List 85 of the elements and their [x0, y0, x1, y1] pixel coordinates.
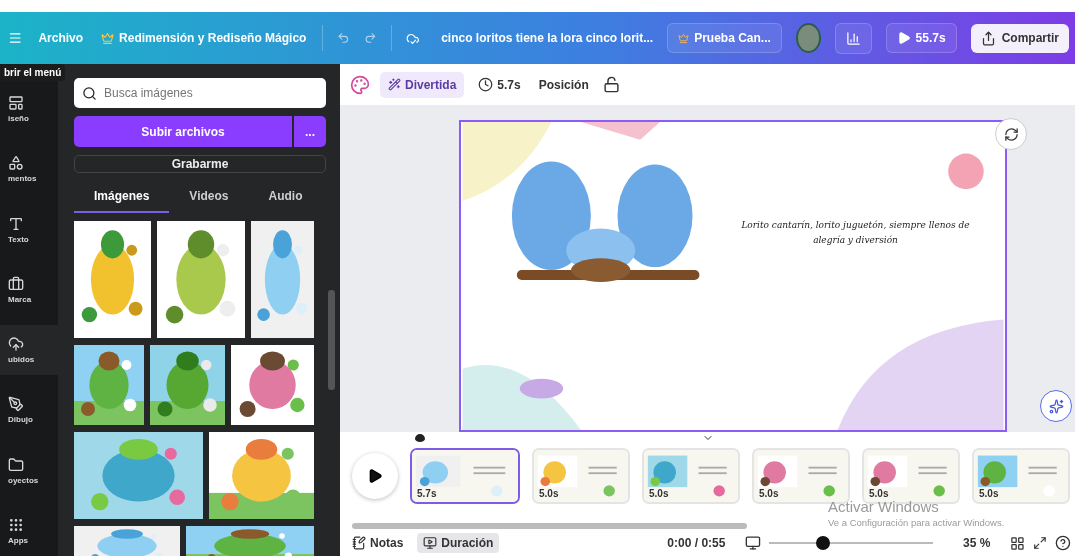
position-button[interactable]: Posición	[534, 73, 593, 96]
play-icon	[896, 31, 911, 45]
clock-icon	[478, 77, 494, 93]
scene-duration: 5.0s	[649, 488, 669, 500]
record-button[interactable]: Grabarme	[74, 155, 326, 173]
style-icon	[388, 78, 401, 92]
sidebar-label: iseño	[8, 114, 29, 124]
sidebar-item[interactable]: mentos	[0, 144, 58, 195]
sidebar-item[interactable]: Apps	[0, 505, 58, 556]
notes-icon	[352, 536, 366, 551]
magic-button[interactable]	[1040, 390, 1072, 423]
playhead-marker[interactable]	[415, 434, 425, 443]
undo-icon[interactable]	[337, 30, 350, 46]
scene-thumbnail[interactable]: 5.7s	[410, 448, 520, 505]
slider-thumb[interactable]	[816, 536, 831, 551]
sidebar-item[interactable]: iseño	[0, 84, 58, 135]
slide[interactable]: Lorito cantarín, lorito juguetón, siempre llenos de alegría y diversión	[458, 120, 1007, 433]
zoom-slider[interactable]	[769, 535, 933, 552]
sidebar-label: Marca	[8, 294, 32, 304]
upload-button[interactable]: Subir archivos	[74, 116, 292, 147]
duration-button[interactable]: 5.7s	[474, 73, 525, 97]
sidebar-item[interactable]: oyectos	[0, 445, 58, 496]
trial-button[interactable]: Prueba Can...	[667, 23, 782, 53]
tooltip: brir el menú	[0, 64, 66, 81]
search-icon	[82, 86, 97, 101]
sidebar-icon	[8, 456, 24, 473]
sidebar-label: Apps	[8, 535, 28, 545]
bar-chart-icon	[845, 30, 861, 46]
sparkle-icon	[1048, 398, 1064, 414]
monitor-icon[interactable]	[745, 535, 762, 552]
refresh-icon	[1003, 126, 1019, 142]
playback-time: 0:00 / 0:55	[667, 536, 726, 551]
share-button[interactable]: Compartir	[970, 23, 1069, 53]
unlock-icon[interactable]	[602, 76, 620, 94]
refresh-button[interactable]	[995, 118, 1027, 151]
sidebar-label: ubidos	[8, 355, 35, 365]
sidebar-label: oyectos	[8, 475, 39, 485]
scene-duration: 5.0s	[979, 488, 999, 500]
scene-thumbnail[interactable]: 5.0s	[972, 448, 1070, 505]
sidebar-label: Dibujo	[8, 415, 33, 425]
activation-notice-text: Ve a Configuración para activar Windows.	[828, 517, 1005, 528]
tab[interactable]: Audio	[248, 181, 323, 213]
timeline-icon	[423, 536, 438, 551]
analytics-button[interactable]	[834, 22, 872, 54]
sidebar-item[interactable]: Texto	[0, 204, 58, 255]
crown-icon	[101, 31, 115, 45]
sidebar-icon	[8, 396, 24, 413]
scene-duration: 5.0s	[759, 488, 779, 500]
sidebar-icon	[8, 275, 24, 292]
scrollbar[interactable]	[328, 290, 335, 390]
play-button[interactable]: 55.7s	[885, 23, 957, 53]
sidebar-item[interactable]: Dibujo	[0, 385, 58, 436]
sidebar-icon	[8, 215, 24, 232]
grid-icon[interactable]	[1010, 535, 1026, 551]
duration-button[interactable]: Duración	[417, 533, 500, 554]
crown-icon	[678, 32, 690, 44]
play-icon	[367, 468, 383, 485]
share-icon	[980, 30, 996, 46]
style-chip[interactable]: Divertida	[380, 71, 465, 98]
scene-duration: 5.0s	[869, 488, 889, 500]
scene-thumbnail[interactable]: 5.0s	[532, 448, 630, 505]
tab[interactable]: Imágenes	[74, 181, 170, 213]
search-field[interactable]: Busca imágenes	[74, 78, 326, 108]
scene-thumbnail[interactable]: 5.0s	[642, 448, 740, 505]
more-button[interactable]: ...	[294, 116, 326, 147]
slide-caption[interactable]: Lorito cantarín, lorito juguetón, siempre llenos de alegría y diversión	[730, 218, 981, 247]
redo-icon[interactable]	[364, 30, 377, 46]
sidebar-icon	[8, 336, 24, 353]
sidebar-item[interactable]: ubidos	[0, 325, 58, 376]
scene-duration: 5.0s	[539, 488, 559, 500]
notes-button[interactable]: Notas	[346, 533, 410, 554]
sidebar-label: Texto	[8, 234, 29, 244]
play-button[interactable]	[352, 453, 398, 500]
document-title[interactable]: cinco loritos tiene la lora cinco lorit...	[441, 31, 654, 45]
fullscreen-icon[interactable]	[1033, 536, 1048, 551]
sidebar-item[interactable]: Marca	[0, 264, 58, 315]
avatar[interactable]	[795, 23, 821, 53]
sidebar-icon	[8, 95, 24, 112]
sidebar-icon	[8, 155, 24, 172]
zoom-reading: 35 %	[963, 536, 991, 551]
scene-duration: 5.7s	[417, 488, 437, 500]
sidebar-icon	[8, 516, 24, 533]
help-icon[interactable]	[1055, 535, 1071, 552]
sidebar-label: mentos	[8, 174, 37, 184]
tab[interactable]: Videos	[169, 181, 249, 213]
